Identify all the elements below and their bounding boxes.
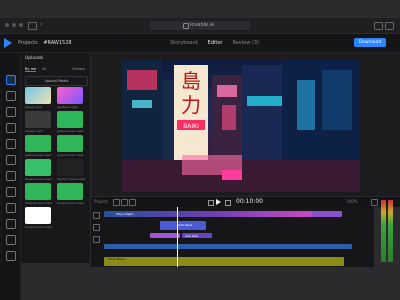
edit-tool-icon[interactable] [6, 123, 16, 133]
back-icon[interactable]: ‹ [40, 22, 47, 28]
audio-tool-icon[interactable] [6, 139, 16, 149]
skip-forward-icon[interactable] [225, 200, 231, 206]
text-track-clip[interactable]: Add Text [182, 233, 212, 238]
filter-by-me[interactable]: By me [25, 67, 37, 72]
skip-back-icon[interactable] [208, 200, 214, 206]
fullscreen-icon[interactable] [371, 199, 378, 206]
url-text: lovable.ai [190, 22, 215, 28]
media-label: greenscreen.mp4 [57, 153, 84, 157]
media-label: greenscreen.mp4 [57, 129, 84, 133]
tool-sidebar [0, 53, 21, 300]
download-button[interactable]: Download [354, 38, 386, 47]
media-thumb[interactable] [57, 183, 83, 200]
help-tool-icon[interactable] [6, 251, 16, 261]
city-scene: 島 力 BAIKI [122, 60, 360, 192]
transitions-tool-icon[interactable] [6, 171, 16, 181]
tab-review[interactable]: Review (3) [232, 40, 259, 46]
media-tool-icon[interactable] [6, 91, 16, 101]
lock-icon [183, 23, 189, 29]
timecode: 00:10:00 [236, 198, 263, 205]
filter-all[interactable]: All [42, 67, 46, 72]
tab-storyboard[interactable]: Storyboard [170, 40, 198, 46]
breadcrumb: Projects #RAW1528 [18, 40, 72, 46]
undo-icon[interactable] [113, 199, 120, 206]
media-thumb[interactable] [25, 87, 51, 104]
media-thumb[interactable] [25, 135, 51, 152]
track-mute-icon[interactable] [93, 236, 100, 243]
clip-label: Track Music [108, 257, 126, 261]
split-icon[interactable] [129, 199, 136, 206]
audio-track-clip[interactable]: Track Music [104, 257, 344, 266]
play-button[interactable] [216, 199, 221, 205]
redo-icon[interactable] [121, 199, 128, 206]
app-logo-icon[interactable] [4, 38, 12, 48]
media-label: Tip for mobile.mp4 [57, 177, 86, 181]
sign-char-1: 島 [181, 69, 201, 93]
subtitles-tool-icon[interactable] [6, 203, 16, 213]
sign-text: BAIKI [183, 123, 199, 130]
media-filters: By me All Folders [25, 67, 85, 72]
clip-label: Add Text [185, 234, 198, 238]
app-header: Projects #RAW1528 Storyboard Editor Revi… [0, 34, 400, 53]
sidebar-toggle-icon[interactable] [28, 22, 37, 30]
breadcrumb-project-name[interactable]: #RAW1528 [43, 40, 71, 46]
window-controls[interactable] [5, 23, 23, 27]
tabs-icon[interactable] [385, 22, 394, 30]
track-visibility-icon[interactable] [93, 224, 100, 231]
share-icon[interactable] [374, 22, 383, 30]
sign-char-2: 力 [181, 93, 201, 117]
upload-media-button[interactable]: Upload Media [25, 76, 88, 86]
media-thumb[interactable] [57, 159, 83, 176]
layers-tool-icon[interactable] [6, 219, 16, 229]
video-track-clip[interactable]: Tokyo Night [104, 211, 312, 217]
media-label: gradient.mp4 [57, 105, 78, 109]
audio-meter-right [388, 200, 393, 262]
video-track-clip[interactable] [312, 211, 342, 217]
text-tool-icon[interactable] [6, 107, 16, 117]
media-label: Greenscreen.mp4 [25, 201, 52, 205]
media-panel-title: Uploads [25, 56, 44, 61]
media-label: greenscreen.mp4 [25, 153, 52, 157]
audio-meter-left [381, 200, 386, 262]
media-thumb[interactable] [25, 183, 51, 200]
media-label: Greenscreen.mp4 [25, 177, 52, 181]
uploads-tool-icon[interactable] [6, 75, 16, 85]
media-thumb[interactable] [57, 111, 83, 128]
media-thumb[interactable] [57, 135, 83, 152]
media-label: Greenscreen.mp4 [57, 201, 84, 205]
media-thumb[interactable] [25, 159, 51, 176]
clip-label: Add Style [178, 223, 193, 227]
track-lock-icon[interactable] [93, 212, 100, 219]
style-track-clip[interactable]: Add Style [160, 221, 206, 230]
playhead[interactable] [177, 207, 178, 267]
zoom-level[interactable]: 100% [346, 199, 357, 204]
media-thumb[interactable] [25, 207, 51, 224]
media-thumb[interactable] [57, 87, 83, 104]
filter-folders[interactable]: Folders [73, 67, 86, 72]
player-controls: Project 00:10:00 100% [91, 196, 400, 207]
media-panel: Uploads By me All Folders Upload Media b… [21, 53, 90, 263]
video-preview[interactable]: 島 力 BAIKI [122, 60, 360, 192]
browser-bar: ‹ lovable.ai [0, 18, 400, 34]
media-label: Greenscreen.mp4 [25, 225, 52, 229]
tab-editor[interactable]: Editor [208, 40, 223, 46]
address-bar[interactable]: lovable.ai [150, 21, 250, 30]
media-label: screen.mp4 [25, 129, 43, 133]
media-label: beach.mp4 [25, 105, 42, 109]
project-label: Project [94, 199, 108, 204]
effects-tool-icon[interactable] [6, 155, 16, 165]
breadcrumb-projects[interactable]: Projects [18, 40, 38, 46]
media-thumb[interactable] [25, 111, 51, 128]
clip-label: Tokyo Night [116, 212, 134, 216]
mode-tabs: Storyboard Editor Review (3) [170, 40, 259, 46]
text-track-clip[interactable] [150, 233, 180, 238]
folder-tool-icon[interactable] [6, 187, 16, 197]
overlay-track[interactable] [104, 244, 352, 249]
settings-tool-icon[interactable] [6, 235, 16, 245]
